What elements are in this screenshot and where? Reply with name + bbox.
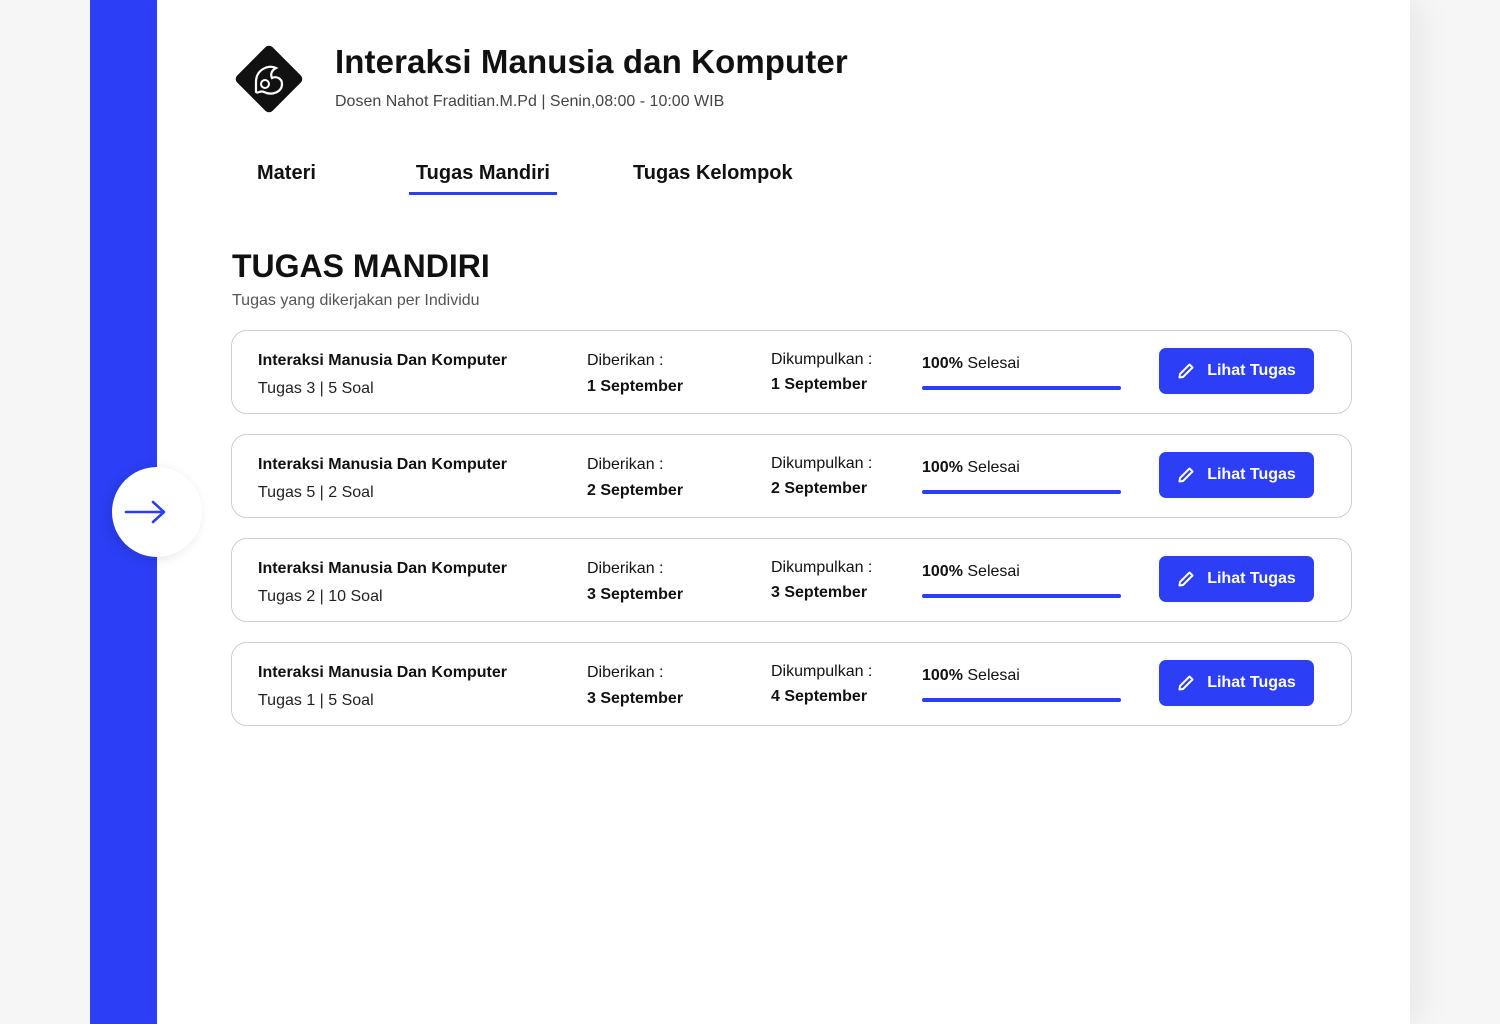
view-task-label: Lihat Tugas [1207, 466, 1296, 483]
given-date: 3 September [587, 690, 684, 707]
course-title: Interaksi Manusia dan Komputer [335, 43, 848, 80]
submitted-date: 4 September [771, 688, 868, 705]
submitted-label: Dikumpulkan : [771, 559, 873, 576]
submitted-date: 2 September [771, 480, 868, 497]
course-subtitle: Dosen Nahot Fraditian.M.Pd | Senin,08:00… [335, 93, 725, 110]
course-logo-icon [235, 45, 303, 113]
progress-percent: 100% [922, 667, 963, 684]
task-name: Interaksi Manusia Dan Komputer [258, 560, 507, 577]
task-meta: Tugas 5 | 2 Soal [258, 484, 374, 501]
given-date: 2 September [587, 482, 684, 499]
progress-text: 100% Selesai [922, 459, 1020, 477]
progress-bar-fill [922, 698, 1121, 702]
section-title: TUGAS MANDIRI [232, 248, 490, 284]
task-meta: Tugas 2 | 10 Soal [258, 588, 383, 605]
pencil-icon [1178, 363, 1194, 379]
given-label: Diberikan : [587, 456, 664, 473]
submitted-label: Dikumpulkan : [771, 455, 873, 472]
task-card: Interaksi Manusia Dan Komputer Tugas 1 |… [231, 642, 1352, 726]
task-name: Interaksi Manusia Dan Komputer [258, 456, 507, 473]
task-meta: Tugas 3 | 5 Soal [258, 380, 374, 397]
pencil-icon [1178, 675, 1194, 691]
progress-bar-fill [922, 594, 1121, 598]
task-card: Interaksi Manusia Dan Komputer Tugas 2 |… [231, 538, 1352, 622]
course-header: Interaksi Manusia dan Komputer Dosen Nah… [232, 42, 848, 116]
section-subtitle: Tugas yang dikerjakan per Individu [232, 292, 480, 309]
given-date: 1 September [587, 378, 684, 395]
view-task-button[interactable]: Lihat Tugas [1159, 660, 1314, 706]
tab-tugas-kelompok[interactable]: Tugas Kelompok [626, 162, 800, 193]
task-card: Interaksi Manusia Dan Komputer Tugas 5 |… [231, 434, 1352, 518]
pencil-icon [1178, 571, 1194, 587]
submitted-label: Dikumpulkan : [771, 663, 873, 680]
given-label: Diberikan : [587, 352, 664, 369]
progress-bar [922, 698, 1121, 702]
given-date: 3 September [587, 586, 684, 603]
tab-bar: Materi Tugas Mandiri Tugas Kelompok [232, 162, 800, 195]
pencil-icon [1178, 467, 1194, 483]
view-task-button[interactable]: Lihat Tugas [1159, 348, 1314, 394]
given-label: Diberikan : [587, 664, 664, 681]
progress-percent: 100% [922, 563, 963, 580]
task-name: Interaksi Manusia Dan Komputer [258, 352, 507, 369]
progress-percent: 100% [922, 459, 963, 476]
progress-bar [922, 386, 1121, 390]
progress-text: 100% Selesai [922, 563, 1020, 581]
task-meta: Tugas 1 | 5 Soal [258, 692, 374, 709]
task-card: Interaksi Manusia Dan Komputer Tugas 3 |… [231, 330, 1352, 414]
progress-bar [922, 594, 1121, 598]
progress-label: Selesai [967, 355, 1020, 372]
task-name: Interaksi Manusia Dan Komputer [258, 664, 507, 681]
given-label: Diberikan : [587, 560, 664, 577]
progress-label: Selesai [967, 459, 1020, 476]
progress-bar-fill [922, 386, 1121, 390]
tab-materi[interactable]: Materi [250, 162, 323, 193]
arrow-right-icon [124, 500, 166, 524]
progress-percent: 100% [922, 355, 963, 372]
view-task-label: Lihat Tugas [1207, 362, 1296, 379]
progress-label: Selesai [967, 563, 1020, 580]
submitted-label: Dikumpulkan : [771, 351, 873, 368]
view-task-label: Lihat Tugas [1207, 570, 1296, 587]
progress-text: 100% Selesai [922, 355, 1020, 373]
tab-tugas-mandiri[interactable]: Tugas Mandiri [408, 162, 558, 195]
view-task-label: Lihat Tugas [1207, 674, 1296, 691]
task-list: Interaksi Manusia Dan Komputer Tugas 3 |… [231, 330, 1352, 746]
progress-bar-fill [922, 490, 1121, 494]
progress-bar [922, 490, 1121, 494]
progress-text: 100% Selesai [922, 667, 1020, 685]
submitted-date: 1 September [771, 376, 868, 393]
submitted-date: 3 September [771, 584, 868, 601]
expand-sidebar-button[interactable] [112, 467, 202, 557]
view-task-button[interactable]: Lihat Tugas [1159, 556, 1314, 602]
view-task-button[interactable]: Lihat Tugas [1159, 452, 1314, 498]
progress-label: Selesai [967, 667, 1020, 684]
